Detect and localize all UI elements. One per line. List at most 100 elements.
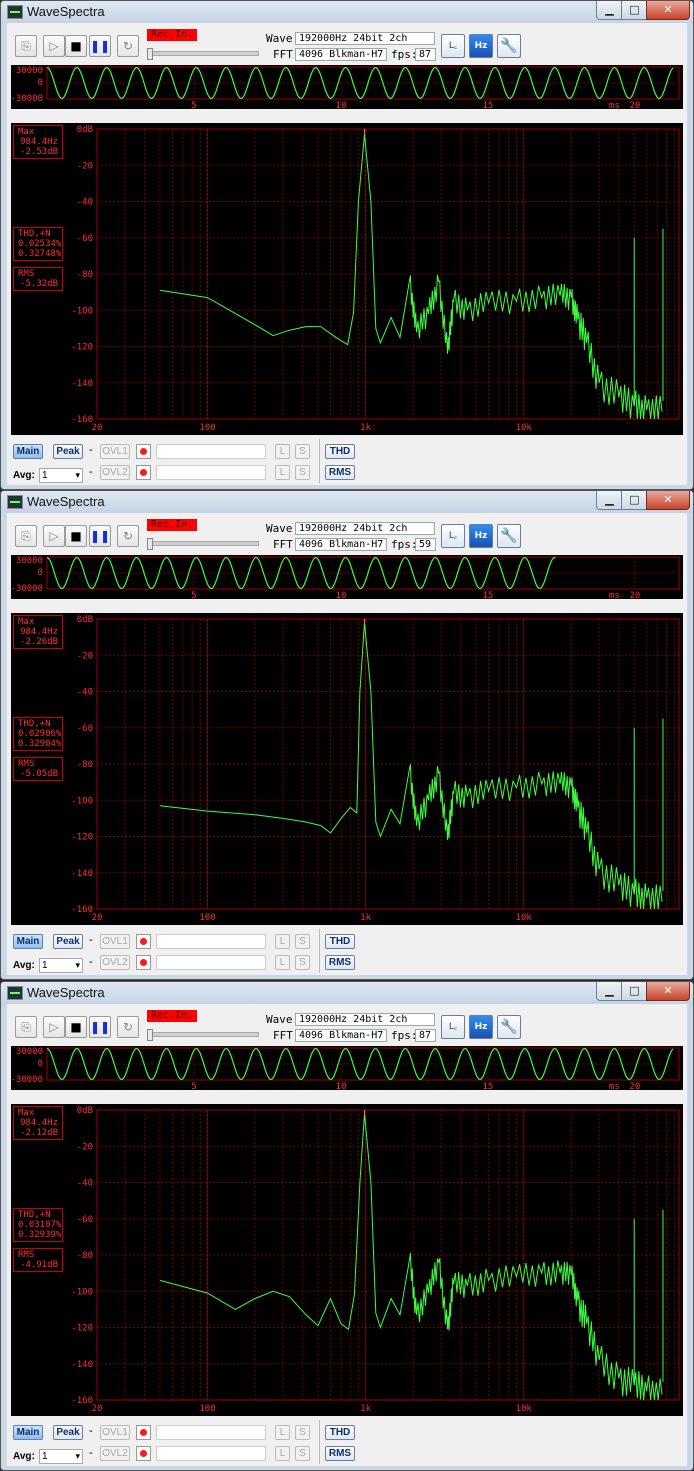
minimize-button[interactable]: ▁ <box>596 1 623 20</box>
rms-button[interactable]: RMS <box>325 1446 355 1461</box>
ovl1-name-field[interactable] <box>156 934 266 949</box>
hz-db-button[interactable]: Hz <box>469 34 493 58</box>
copy-button[interactable]: ⎘ <box>15 1016 37 1038</box>
ovl2-button[interactable]: OVL2 <box>100 465 130 480</box>
copy-button[interactable]: ⎘ <box>15 525 37 547</box>
waveform-panel[interactable]: 30000 0 -30000 5 10 15 20 ms <box>11 65 683 109</box>
spectrum-x-tick: 1k <box>360 423 371 433</box>
thd-button[interactable]: THD <box>325 1425 355 1440</box>
ovl2-record-button[interactable] <box>136 1446 151 1461</box>
minimize-button[interactable]: ▁ <box>596 491 623 510</box>
close-button[interactable]: ✕ <box>646 491 690 510</box>
ovl2-save-button[interactable]: S <box>295 955 310 970</box>
peak-button[interactable]: Peak <box>53 1425 83 1440</box>
log-scale-button[interactable]: L꜀ <box>441 524 465 548</box>
spectrum-trace <box>159 134 663 420</box>
ovl2-record-button[interactable] <box>136 465 151 480</box>
spectrum-panel[interactable]: 0dB -20 -40 -60 -80 -100 -120 -140 -160 20 100 1k 10… <box>11 123 683 435</box>
log-scale-button[interactable]: L꜀ <box>441 34 465 58</box>
stop-button[interactable]: ■ <box>65 1016 87 1038</box>
thd-button[interactable]: THD <box>325 934 355 949</box>
pause-button[interactable]: ❚❚ <box>89 525 111 547</box>
ovl2-save-button[interactable]: S <box>295 465 310 480</box>
settings-button[interactable]: 🔧 <box>497 34 521 58</box>
play-button[interactable]: ▷ <box>43 525 65 547</box>
stop-button[interactable]: ■ <box>65 35 87 57</box>
ovl1-load-button[interactable]: L <box>275 934 290 949</box>
ovl1-button[interactable]: OVL1 <box>100 444 130 459</box>
title-bar[interactable]: WaveSpectra ▁ □ ✕ <box>1 1 693 23</box>
loop-button[interactable]: ↻ <box>117 35 139 57</box>
stop-button[interactable]: ■ <box>65 525 87 547</box>
ovl2-button[interactable]: OVL2 <box>100 1446 130 1461</box>
ovl1-record-button[interactable] <box>136 1425 151 1440</box>
ovl1-record-button[interactable] <box>136 934 151 949</box>
avg-select[interactable]: 1 <box>39 958 83 973</box>
ovl1-load-button[interactable]: L <box>275 444 290 459</box>
minimize-button[interactable]: ▁ <box>596 982 623 1001</box>
title-bar[interactable]: WaveSpectra ▁ □ ✕ <box>1 491 693 513</box>
hz-db-button[interactable]: Hz <box>469 1015 493 1039</box>
waveform-panel[interactable]: 30000 0 -30000 5 10 15 20 ms <box>11 555 683 599</box>
play-button[interactable]: ▷ <box>43 35 65 57</box>
pause-button[interactable]: ❚❚ <box>89 35 111 57</box>
ovl1-name-field[interactable] <box>156 444 266 459</box>
rms-button[interactable]: RMS <box>325 955 355 970</box>
ovl1-save-button[interactable]: S <box>295 934 310 949</box>
main-button[interactable]: Main <box>13 934 43 949</box>
ovl1-load-button[interactable]: L <box>275 1425 290 1440</box>
spectrum-panel[interactable]: 0dB -20 -40 -60 -80 -100 -120 -140 -160 20 100 1k 10… <box>11 1104 683 1416</box>
title-bar[interactable]: WaveSpectra ▁ □ ✕ <box>1 982 693 1004</box>
close-button[interactable]: ✕ <box>646 982 690 1001</box>
rms-button[interactable]: RMS <box>325 465 355 480</box>
maximize-button[interactable]: □ <box>621 491 648 510</box>
peak-button[interactable]: Peak <box>53 444 83 459</box>
copy-button[interactable]: ⎘ <box>15 35 37 57</box>
max-title: Max <box>18 1108 35 1118</box>
ovl2-name-field[interactable] <box>156 465 266 480</box>
ovl1-save-button[interactable]: S <box>295 444 310 459</box>
thd-button[interactable]: THD <box>325 444 355 459</box>
main-button[interactable]: Main <box>13 1425 43 1440</box>
rec-level-slider[interactable] <box>147 1029 259 1041</box>
ovl2-record-button[interactable] <box>136 955 151 970</box>
avg-select[interactable]: 1 <box>39 1449 83 1464</box>
ovl1-button[interactable]: OVL1 <box>100 934 130 949</box>
waveform-panel[interactable]: 30000 0 -30000 5 10 15 20 ms <box>11 1046 683 1090</box>
rec-input-label: Rec.In. <box>147 519 198 531</box>
loop-button[interactable]: ↻ <box>117 1016 139 1038</box>
ovl1-record-button[interactable] <box>136 444 151 459</box>
rec-level-slider[interactable] <box>147 538 259 550</box>
slider-thumb[interactable] <box>147 1029 153 1041</box>
ovl2-load-button[interactable]: L <box>275 955 290 970</box>
ovl2-load-button[interactable]: L <box>275 465 290 480</box>
spectrum-y-tick: -40 <box>77 198 93 208</box>
log-scale-button[interactable]: L꜀ <box>441 1015 465 1039</box>
hz-db-button[interactable]: Hz <box>469 524 493 548</box>
ovl2-name-field[interactable] <box>156 955 266 970</box>
spectrum-x-tick: 20 <box>92 913 103 923</box>
maximize-button[interactable]: □ <box>621 1 648 20</box>
slider-thumb[interactable] <box>147 48 153 60</box>
pause-button[interactable]: ❚❚ <box>89 1016 111 1038</box>
settings-button[interactable]: 🔧 <box>497 1015 521 1039</box>
play-button[interactable]: ▷ <box>43 1016 65 1038</box>
avg-value: 1 <box>42 1451 48 1462</box>
ovl1-name-field[interactable] <box>156 1425 266 1440</box>
spectrum-panel[interactable]: 0dB -20 -40 -60 -80 -100 -120 -140 -160 20 100 1k 10… <box>11 613 683 925</box>
avg-select[interactable]: 1 <box>39 468 83 483</box>
ovl2-button[interactable]: OVL2 <box>100 955 130 970</box>
close-button[interactable]: ✕ <box>646 1 690 20</box>
ovl1-save-button[interactable]: S <box>295 1425 310 1440</box>
loop-button[interactable]: ↻ <box>117 525 139 547</box>
main-button[interactable]: Main <box>13 444 43 459</box>
maximize-button[interactable]: □ <box>621 982 648 1001</box>
settings-button[interactable]: 🔧 <box>497 524 521 548</box>
ovl2-save-button[interactable]: S <box>295 1446 310 1461</box>
ovl2-load-button[interactable]: L <box>275 1446 290 1461</box>
slider-thumb[interactable] <box>147 538 153 550</box>
ovl2-name-field[interactable] <box>156 1446 266 1461</box>
peak-button[interactable]: Peak <box>53 934 83 949</box>
ovl1-button[interactable]: OVL1 <box>100 1425 130 1440</box>
rec-level-slider[interactable] <box>147 48 259 60</box>
